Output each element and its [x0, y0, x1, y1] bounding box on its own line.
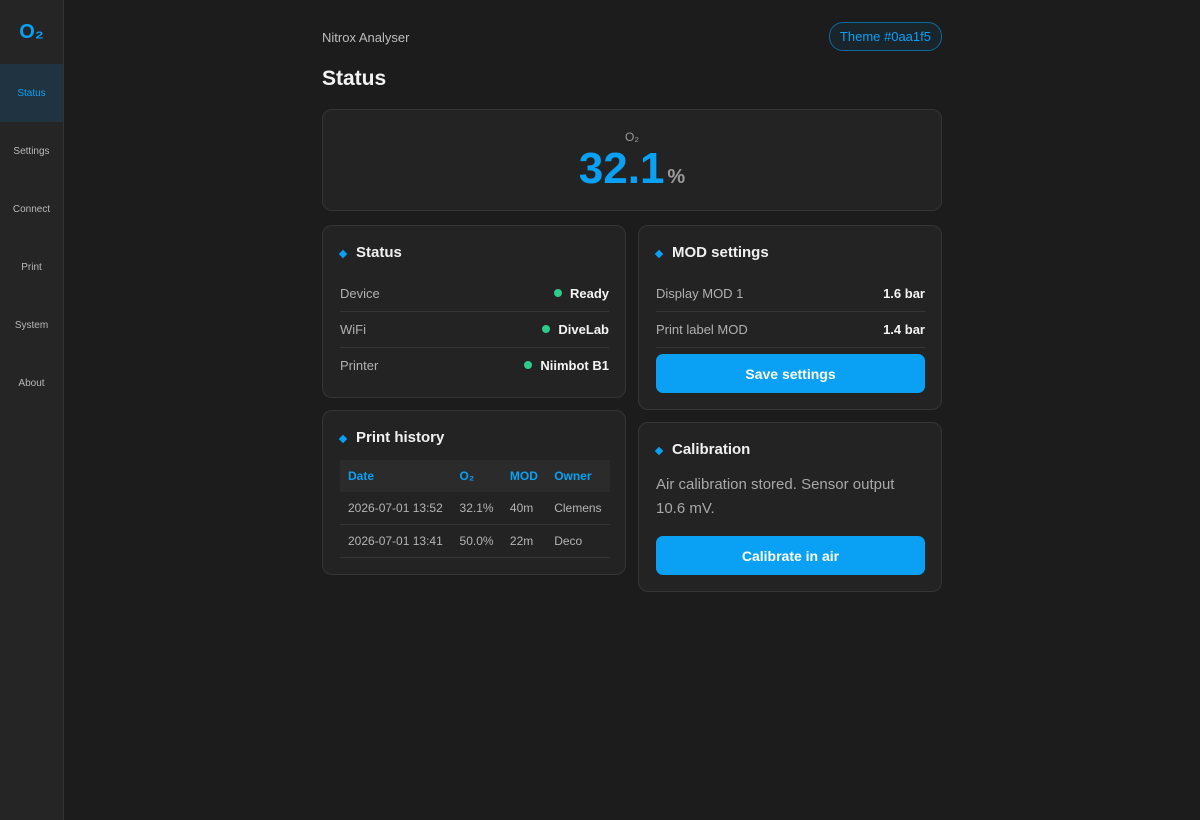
mod-row-print-label[interactable]: Print label MOD 1.4 bar: [656, 311, 925, 348]
status-row-wifi: WiFi DiveLab: [340, 311, 609, 348]
sidebar-item-status[interactable]: Status: [0, 64, 63, 122]
status-row-device: Device Ready: [340, 275, 609, 312]
mod-settings-card: MOD settings Display MOD 1 1.6 bar Print…: [638, 225, 942, 410]
calibration-card-title-text: Calibration: [672, 441, 751, 458]
table-cell-o2: 50.0%: [451, 524, 502, 558]
table-row[interactable]: 2026-07-01 13:41 50.0% 22m Deco: [340, 524, 610, 558]
diamond-bullet-icon: [654, 446, 664, 455]
calibration-card-title: Calibration: [654, 441, 751, 458]
table-row[interactable]: 2026-07-01 13:52 32.1% 40m Clemens: [340, 492, 610, 525]
mod-card-title: MOD settings: [654, 244, 769, 261]
status-dot-icon: [524, 361, 533, 369]
print-history-table: Date O₂ MOD Owner 2026-07-01 13:52 32.1%…: [340, 460, 610, 558]
status-dot-icon: [542, 325, 551, 333]
sidebar-item-settings[interactable]: Settings: [0, 122, 63, 180]
status-row-label: Printer: [340, 357, 379, 373]
status-row-value: DiveLab: [542, 322, 609, 337]
o2-reading: 32.1%: [323, 144, 941, 194]
theme-button[interactable]: Theme #0aa1f5: [828, 22, 942, 51]
table-cell-o2: 32.1%: [451, 492, 502, 525]
status-row-label: WiFi: [340, 321, 366, 337]
status-row-printer: Printer Niimbot B1: [340, 347, 609, 383]
sidebar: O₂ Status Settings Connect Print System …: [0, 0, 64, 820]
diamond-bullet-icon: [338, 434, 348, 443]
calibrate-in-air-button[interactable]: Calibrate in air: [656, 536, 925, 575]
status-card: Status Device Ready WiFi DiveLab Printer…: [322, 225, 626, 398]
status-row-label: Device: [340, 285, 380, 301]
table-cell-mod: 22m: [501, 524, 547, 558]
mod-row-display[interactable]: Display MOD 1 1.6 bar: [656, 275, 925, 312]
diamond-bullet-icon: [654, 249, 664, 258]
column-header-owner[interactable]: Owner: [546, 460, 610, 492]
table-header-row: Date O₂ MOD Owner: [340, 460, 610, 492]
top-bar: Nitrox Analyser Theme #0aa1f5: [322, 22, 942, 51]
o2-reading-label: O₂: [625, 130, 639, 144]
mod-row-value[interactable]: 1.4 bar: [883, 322, 925, 337]
sidebar-item-system[interactable]: System: [0, 296, 63, 354]
mod-row-label: Print label MOD: [656, 321, 748, 337]
status-row-value: Niimbot B1: [524, 358, 609, 373]
calibration-status-text: Air calibration stored. Sensor output 10…: [656, 476, 895, 517]
diamond-bullet-icon: [338, 249, 348, 258]
mod-row-label: Display MOD 1: [656, 285, 744, 301]
table-cell-date: 2026-07-01 13:41: [340, 524, 452, 558]
sidebar-item-about[interactable]: About: [0, 354, 63, 412]
mod-card-title-text: MOD settings: [672, 244, 769, 261]
page-title: Status: [322, 67, 387, 90]
save-settings-button[interactable]: Save settings: [656, 354, 925, 393]
table-cell-mod: 40m: [501, 492, 547, 525]
status-row-value: Ready: [553, 285, 609, 301]
history-card-title-text: Print history: [356, 429, 445, 446]
mod-row-value[interactable]: 1.6 bar: [883, 286, 925, 301]
calibration-card: Calibration Air calibration stored. Sens…: [638, 422, 942, 592]
sidebar-item-print[interactable]: Print: [0, 238, 63, 296]
o2-reading-card: O₂ 32.1%: [322, 109, 942, 211]
sidebar-item-connect[interactable]: Connect: [0, 180, 63, 238]
history-card-title: Print history: [338, 429, 445, 446]
column-header-mod[interactable]: MOD: [501, 460, 547, 492]
status-value-text: Ready: [569, 285, 609, 301]
o2-reading-unit: %: [667, 166, 686, 188]
table-cell-owner: Clemens: [546, 492, 610, 525]
status-dot-icon: [553, 289, 562, 297]
table-cell-owner: Deco: [546, 524, 610, 558]
app-logo: O₂: [19, 20, 44, 43]
table-cell-date: 2026-07-01 13:52: [340, 492, 452, 525]
status-card-title: Status: [338, 244, 402, 261]
column-header-date[interactable]: Date: [340, 460, 452, 492]
print-history-card: Print history Date O₂ MOD Owner 2026-07-…: [322, 410, 626, 575]
status-value-text: DiveLab: [558, 321, 609, 337]
app-name: Nitrox Analyser: [322, 30, 410, 45]
status-card-title-text: Status: [356, 244, 402, 261]
o2-reading-value: 32.1: [578, 144, 665, 193]
column-header-o2[interactable]: O₂: [451, 460, 502, 492]
status-value-text: Niimbot B1: [540, 357, 609, 373]
